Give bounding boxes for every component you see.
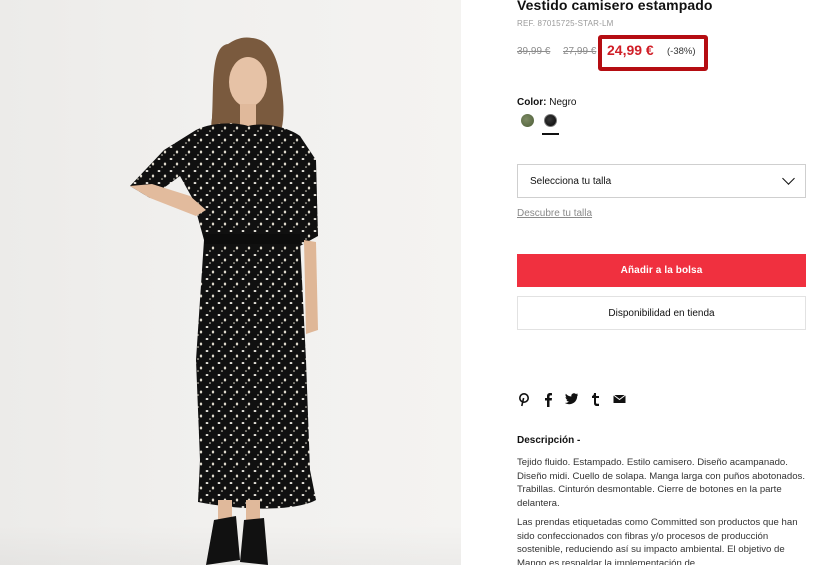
floor-shadow — [0, 525, 461, 565]
facebook-icon[interactable] — [541, 393, 554, 407]
add-to-bag-label: Añadir a la bolsa — [620, 265, 703, 276]
tumblr-icon[interactable] — [589, 393, 602, 407]
description-title: Descripción - — [517, 435, 581, 446]
twitter-icon[interactable] — [564, 393, 578, 407]
product-image[interactable] — [0, 0, 461, 565]
selected-swatch-indicator — [542, 133, 559, 135]
description-paragraph: Tejido fluido. Estampado. Estilo camiser… — [517, 457, 805, 509]
share-bar — [517, 393, 626, 407]
product-reference: REF. 87015725-STAR-LM — [517, 19, 614, 28]
original-price: 39,99 € — [517, 46, 551, 57]
store-availability-label: Disponibilidad en tienda — [608, 307, 715, 319]
sale-price: 24,99 € — [607, 42, 654, 58]
color-label-row: Color: Negro — [517, 97, 576, 108]
add-to-bag-button[interactable]: Añadir a la bolsa — [517, 254, 806, 287]
color-swatch-black[interactable] — [544, 114, 557, 127]
color-swatch-green[interactable] — [521, 114, 534, 127]
description-paragraph: Las prendas etiquetadas como Committed s… — [517, 517, 798, 565]
store-availability-button[interactable]: Disponibilidad en tienda — [517, 296, 806, 330]
chevron-down-icon — [782, 172, 795, 185]
color-value: Negro — [549, 97, 577, 108]
size-select-label: Selecciona tu talla — [530, 175, 612, 187]
product-title: Vestido camisero estampado — [517, 0, 713, 13]
pinterest-icon[interactable] — [517, 393, 530, 407]
description-body: Tejido fluido. Estampado. Estilo camiser… — [517, 456, 809, 565]
email-icon[interactable] — [613, 393, 626, 407]
discount-badge: (-38%) — [667, 46, 696, 57]
color-label: Color: — [517, 97, 547, 108]
model-photo — [130, 37, 318, 565]
size-guide-link[interactable]: Descubre tu talla — [517, 208, 592, 219]
size-select[interactable]: Selecciona tu talla — [517, 164, 806, 198]
previous-price: 27,99 € — [563, 46, 597, 57]
